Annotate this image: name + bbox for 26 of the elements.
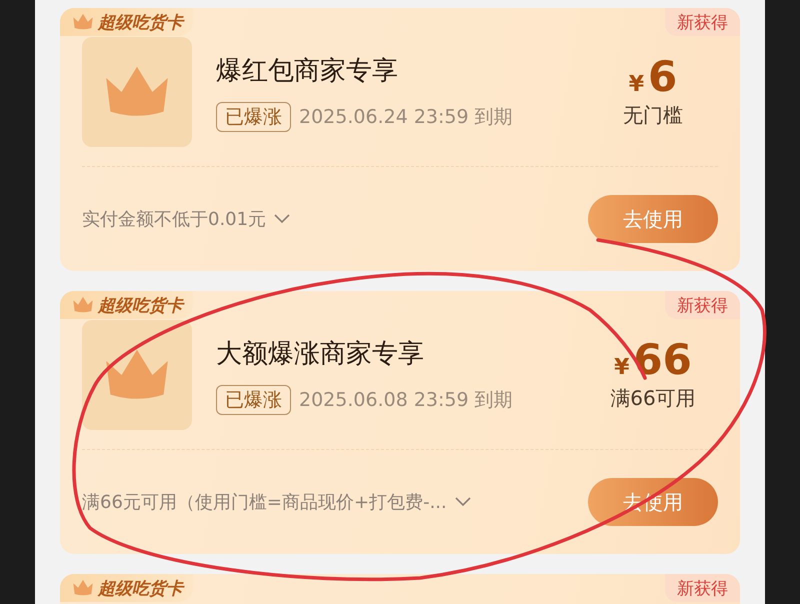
- coupon-title: 大额爆涨商家专享: [216, 338, 425, 370]
- card-badge: 超级吃货卡: [60, 8, 193, 36]
- crown-icon: [72, 13, 94, 31]
- expiry-date: 2025.06.08 23:59 到期: [299, 388, 513, 412]
- coupon-title: 爆红包商家专享: [216, 54, 399, 88]
- coupon-amount: 6: [648, 56, 678, 98]
- crown-icon: [72, 296, 94, 314]
- new-tag: 新获得: [665, 8, 740, 36]
- currency-symbol: ¥: [628, 72, 644, 96]
- chevron-down-icon[interactable]: [274, 214, 290, 224]
- new-tag: 新获得: [665, 574, 740, 602]
- coupon-amount: 66: [633, 338, 692, 380]
- usage-note: 实付金额不低于0.01元: [82, 208, 266, 231]
- chevron-down-icon[interactable]: [454, 497, 471, 507]
- usage-note: 满66元可用（使用门槛=商品现价+打包费-...: [82, 491, 447, 514]
- use-button[interactable]: 去使用: [588, 195, 718, 243]
- coupon-condition: 满66可用: [610, 384, 696, 412]
- coupon-condition: 无门槛: [623, 102, 683, 128]
- currency-symbol: ¥: [614, 354, 630, 380]
- card-badge: 超级吃货卡: [60, 574, 193, 602]
- crown-icon: [72, 579, 94, 597]
- status-label: 已爆涨: [216, 384, 291, 414]
- new-tag: 新获得: [665, 291, 740, 319]
- status-label: 已爆涨: [216, 102, 291, 132]
- card-badge: 超级吃货卡: [60, 291, 193, 319]
- expiry-date: 2025.06.24 23:59 到期: [299, 104, 513, 130]
